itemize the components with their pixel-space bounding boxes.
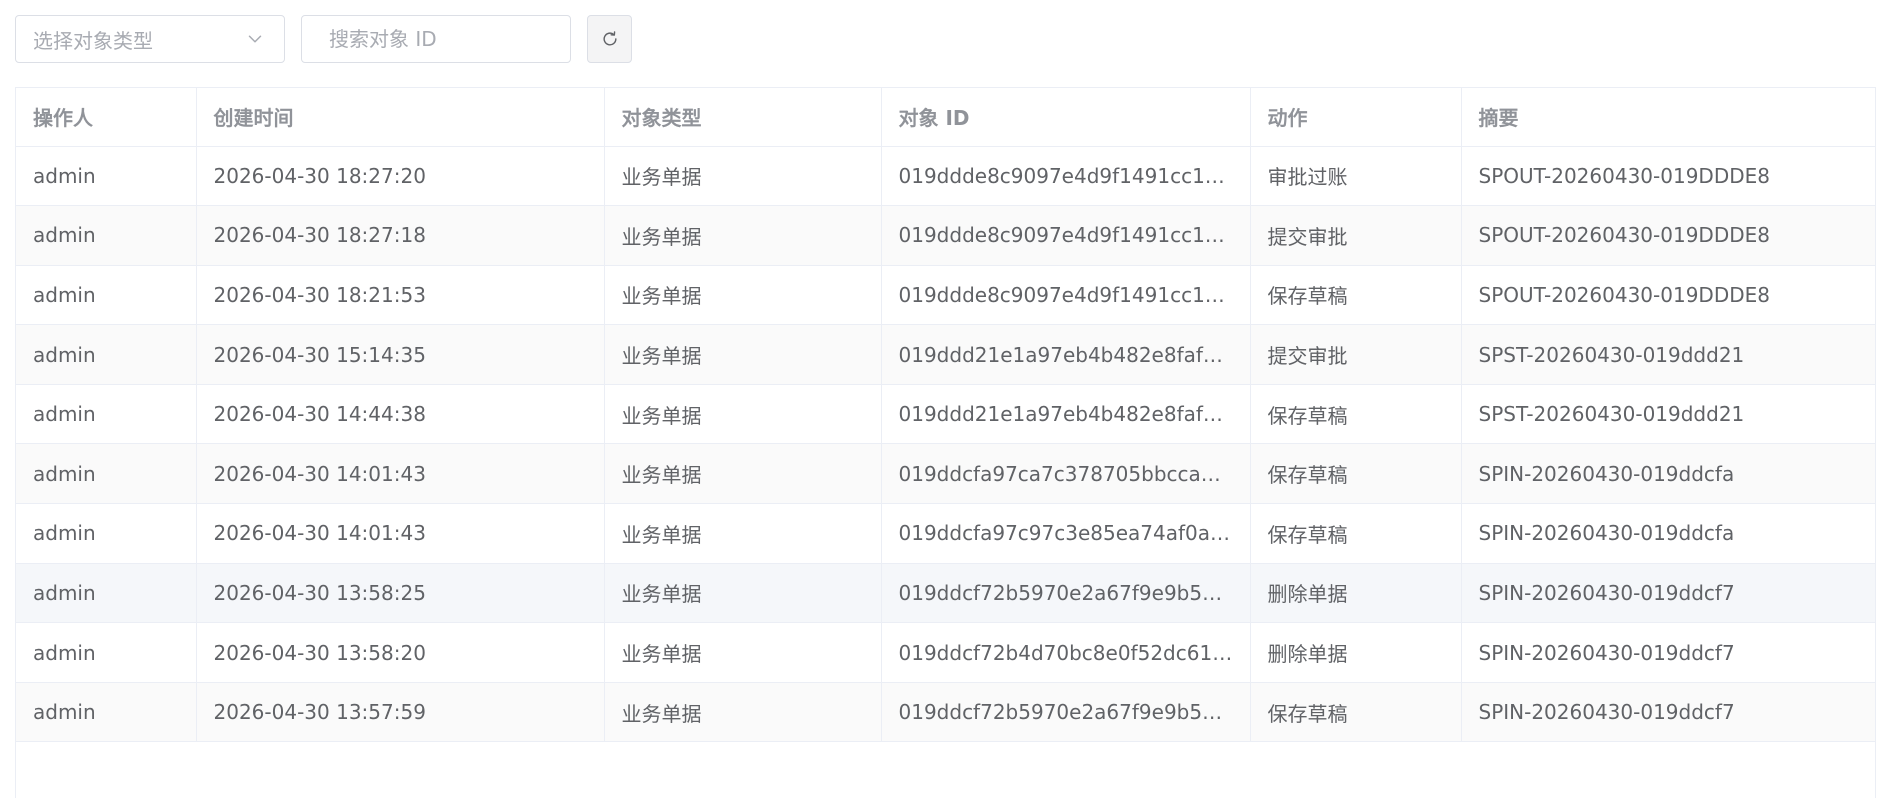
cell-object-type: 业务单据 [604,324,882,385]
cell-object-id: 019ddde8c9097e4d9f1491cc133… [881,205,1251,266]
table-row[interactable]: admin 2026-04-30 14:01:43 业务单据 019ddcfa9… [16,443,1875,505]
cell-operator: admin [16,682,197,743]
cell-operator: admin [16,146,197,207]
cell-operator: admin [16,622,197,683]
cell-created-time: 2026-04-30 18:27:18 [196,205,605,266]
cell-created-time: 2026-04-30 18:21:53 [196,265,605,326]
cell-action: 审批过账 [1250,146,1462,207]
cell-object-id: 019ddde8c9097e4d9f1491cc133… [881,146,1251,207]
table-row[interactable]: admin 2026-04-30 13:58:20 业务单据 019ddcf72… [16,622,1875,683]
cell-summary: SPIN-20260430-019ddcf7 [1461,682,1875,743]
audit-log-table: 操作人 创建时间 对象类型 对象 ID 动作 摘要 admin 2026-04-… [15,87,1876,798]
cell-object-type: 业务单据 [604,622,882,683]
column-header-object-type[interactable]: 对象类型 [604,88,882,147]
cell-action: 保存草稿 [1250,265,1462,326]
cell-object-id: 019ddde8c9097e4d9f1491cc133… [881,265,1251,326]
table-row[interactable]: admin 2026-04-30 13:58:25 业务单据 019ddcf72… [16,563,1875,624]
toolbar: 选择对象类型 [15,15,632,63]
cell-object-id: 019ddd21e1a97eb4b482e8faf92… [881,384,1251,445]
cell-action: 保存草稿 [1250,443,1462,505]
object-type-select[interactable]: 选择对象类型 [15,15,285,63]
cell-summary: SPOUT-20260430-019DDDE8 [1461,146,1875,207]
cell-operator: admin [16,563,197,624]
cell-created-time: 2026-04-30 14:01:43 [196,443,605,505]
cell-action: 保存草稿 [1250,384,1462,445]
table-row[interactable]: admin 2026-04-30 15:14:35 业务单据 019ddd21e… [16,324,1875,385]
cell-summary: SPST-20260430-019ddd21 [1461,384,1875,445]
cell-object-id: 019ddcf72b5970e2a67f9e9b585… [881,682,1251,743]
cell-summary: SPOUT-20260430-019DDDE8 [1461,205,1875,266]
cell-summary: SPST-20260430-019ddd21 [1461,324,1875,385]
table-header-row: 操作人 创建时间 对象类型 对象 ID 动作 摘要 [16,88,1875,147]
cell-action: 删除单据 [1250,622,1462,683]
refresh-button[interactable] [587,15,632,63]
table-row[interactable]: admin 2026-04-30 18:21:53 业务单据 019ddde8c… [16,265,1875,326]
cell-action: 提交审批 [1250,324,1462,385]
column-header-operator[interactable]: 操作人 [16,88,197,147]
cell-summary: SPOUT-20260430-019DDDE8 [1461,265,1875,326]
cell-created-time: 2026-04-30 18:27:20 [196,146,605,207]
cell-operator: admin [16,443,197,505]
cell-summary: SPIN-20260430-019ddcfa [1461,503,1875,564]
cell-object-type: 业务单据 [604,265,882,326]
cell-summary: SPIN-20260430-019ddcf7 [1461,622,1875,683]
cell-object-type: 业务单据 [604,205,882,266]
cell-operator: admin [16,384,197,445]
cell-action: 提交审批 [1250,205,1462,266]
search-box[interactable] [301,15,578,63]
cell-object-type: 业务单据 [604,563,882,624]
cell-operator: admin [16,503,197,564]
cell-object-type: 业务单据 [604,503,882,564]
column-header-summary[interactable]: 摘要 [1461,88,1875,147]
cell-action: 保存草稿 [1250,682,1462,743]
column-header-action[interactable]: 动作 [1250,88,1462,147]
cell-action: 保存草稿 [1250,503,1462,564]
cell-object-type: 业务单据 [604,384,882,445]
chevron-down-icon [248,35,262,43]
cell-object-id: 019ddcfa97c97c3e85ea74af0a2… [881,503,1251,564]
cell-operator: admin [16,265,197,326]
table-row[interactable]: admin 2026-04-30 18:27:20 业务单据 019ddde8c… [16,146,1875,207]
cell-object-id: 019ddcf72b4d70bc8e0f52dc614… [881,622,1251,683]
cell-summary: SPIN-20260430-019ddcfa [1461,443,1875,505]
column-header-created-time[interactable]: 创建时间 [196,88,605,147]
table-row[interactable]: admin 2026-04-30 14:44:38 业务单据 019ddd21e… [16,384,1875,445]
cell-action: 删除单据 [1250,563,1462,624]
cell-operator: admin [16,324,197,385]
cell-object-type: 业务单据 [604,146,882,207]
search-input[interactable] [329,16,578,62]
cell-object-type: 业务单据 [604,682,882,743]
table-row[interactable]: admin 2026-04-30 14:01:43 业务单据 019ddcfa9… [16,503,1875,564]
refresh-icon [602,31,617,46]
cell-created-time: 2026-04-30 13:58:20 [196,622,605,683]
column-header-object-id[interactable]: 对象 ID [881,88,1251,147]
cell-created-time: 2026-04-30 15:14:35 [196,324,605,385]
cell-operator: admin [16,205,197,266]
cell-created-time: 2026-04-30 14:44:38 [196,384,605,445]
cell-object-type: 业务单据 [604,443,882,505]
object-type-select-placeholder: 选择对象类型 [33,28,153,53]
cell-created-time: 2026-04-30 13:58:25 [196,563,605,624]
table-row[interactable]: admin 2026-04-30 18:27:18 业务单据 019ddde8c… [16,205,1875,266]
cell-object-id: 019ddcfa97ca7c378705bbcca57… [881,443,1251,505]
cell-object-id: 019ddd21e1a97eb4b482e8faf92… [881,324,1251,385]
cell-summary: SPIN-20260430-019ddcf7 [1461,563,1875,624]
table-row[interactable]: admin 2026-04-30 13:57:59 业务单据 019ddcf72… [16,682,1875,743]
cell-created-time: 2026-04-30 14:01:43 [196,503,605,564]
cell-object-id: 019ddcf72b5970e2a67f9e9b585… [881,563,1251,624]
cell-created-time: 2026-04-30 13:57:59 [196,682,605,743]
